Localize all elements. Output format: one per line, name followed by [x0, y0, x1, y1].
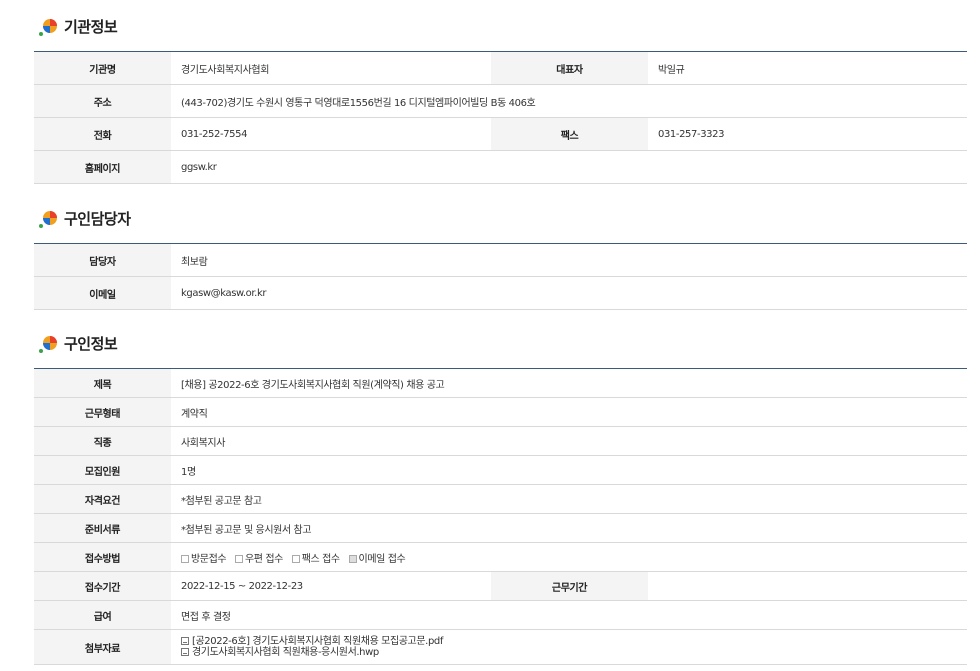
- table-row: 첨부자료 [공2022-6호] 경기도사회복지사협회 직원채용 모집공고문.pd…: [34, 629, 967, 665]
- work-period-label: 근무기간: [491, 571, 648, 601]
- salary-value: 면접 후 결정: [171, 600, 967, 630]
- address-label: 주소: [34, 84, 171, 118]
- fax-label: 팩스: [491, 117, 648, 151]
- table-row: 자격요건 *첨부된 공고문 참고: [34, 484, 967, 514]
- contact-info-table: 담당자 최보람 이메일 kgasw@kasw.or.kr: [34, 243, 967, 310]
- checkbox-icon: [181, 554, 189, 563]
- address-value: (443-702)경기도 수원시 영통구 덕영대로1556번길 16 디지털엠파…: [171, 84, 967, 118]
- docs-value: *첨부된 공고문 및 응시원서 참고: [171, 513, 967, 543]
- ceo-value: 박일규: [648, 51, 967, 85]
- table-row: 급여 면접 후 결정: [34, 600, 967, 630]
- table-row: 직종 사회복지사: [34, 426, 967, 456]
- file-icon: [181, 648, 189, 656]
- section-title-job: 구인정보: [36, 331, 118, 355]
- work-period-value: [648, 571, 967, 601]
- salary-label: 급여: [34, 600, 171, 630]
- person-value: 최보람: [171, 243, 967, 277]
- org-name-label: 기관명: [34, 51, 171, 85]
- table-row: 모집인원 1명: [34, 455, 967, 485]
- period-value: 2022-12-15 ~ 2022-12-23: [171, 571, 491, 601]
- table-row: 접수방법 방문접수 우편 접수 팩스 접수 이메일 접수: [34, 542, 967, 572]
- section-heading: 구인정보: [64, 334, 118, 353]
- job-info-table: 제목 [채용] 공2022-6호 경기도사회복지사협회 직원(계약직) 채용 공…: [34, 368, 967, 665]
- section-title-org: 기관정보: [36, 14, 118, 38]
- email-label: 이메일: [34, 276, 171, 310]
- homepage-link[interactable]: ggsw.kr: [171, 150, 967, 184]
- count-value: 1명: [171, 455, 967, 485]
- type-label: 근무형태: [34, 397, 171, 427]
- period-label: 접수기간: [34, 571, 171, 601]
- section-heading: 기관정보: [64, 17, 118, 36]
- table-row: 담당자 최보람: [34, 243, 967, 277]
- attachment-link[interactable]: 경기도사회복지사협회 직원채용-응시원서.hwp: [181, 647, 967, 658]
- count-label: 모집인원: [34, 455, 171, 485]
- method-mail: 우편 접수: [234, 554, 283, 565]
- subject-value: [채용] 공2022-6호 경기도사회복지사협회 직원(계약직) 채용 공고: [171, 368, 967, 398]
- email-value[interactable]: kgasw@kasw.or.kr: [171, 276, 967, 310]
- table-row: 근무형태 계약직: [34, 397, 967, 427]
- method-fax: 팩스 접수: [291, 554, 340, 565]
- method-visit: 방문접수: [181, 554, 227, 565]
- category-label: 직종: [34, 426, 171, 456]
- checkbox-icon: [234, 554, 243, 563]
- file-icon: [181, 637, 189, 645]
- table-row: 전화 031-252-7554 팩스 031-257-3323: [34, 117, 967, 151]
- category-value: 사회복지사: [171, 426, 967, 456]
- checkbox-icon: [291, 554, 300, 563]
- table-row: 이메일 kgasw@kasw.or.kr: [34, 276, 967, 310]
- method-list: 방문접수 우편 접수 팩스 접수 이메일 접수: [171, 542, 967, 572]
- table-row: 접수기간 2022-12-15 ~ 2022-12-23 근무기간: [34, 571, 967, 601]
- phone-label: 전화: [34, 117, 171, 151]
- homepage-label: 홈페이지: [34, 150, 171, 184]
- table-row: 기관명 경기도사회복지사협회 대표자 박일규: [34, 51, 967, 85]
- person-label: 담당자: [34, 243, 171, 277]
- phone-value: 031-252-7554: [171, 117, 491, 151]
- qual-label: 자격요건: [34, 484, 171, 514]
- attach-label: 첨부자료: [34, 629, 171, 665]
- section-heading: 구인담당자: [64, 209, 131, 228]
- table-row: 제목 [채용] 공2022-6호 경기도사회복지사협회 직원(계약직) 채용 공…: [34, 368, 967, 398]
- org-info-table: 기관명 경기도사회복지사협회 대표자 박일규 주소 (443-702)경기도 수…: [34, 51, 967, 184]
- attachment-link[interactable]: [공2022-6호] 경기도사회복지사협회 직원채용 모집공고문.pdf: [181, 636, 967, 647]
- section-title-contact: 구인담당자: [36, 206, 131, 230]
- checkbox-checked-icon: [348, 554, 357, 563]
- attach-list: [공2022-6호] 경기도사회복지사협회 직원채용 모집공고문.pdf 경기도…: [171, 629, 967, 665]
- docs-label: 준비서류: [34, 513, 171, 543]
- section-bullet-icon: [36, 14, 62, 38]
- qual-value: *첨부된 공고문 참고: [171, 484, 967, 514]
- method-email: 이메일 접수: [348, 554, 406, 565]
- table-row: 홈페이지 ggsw.kr: [34, 150, 967, 184]
- fax-value: 031-257-3323: [648, 117, 967, 151]
- section-bullet-icon: [36, 331, 62, 355]
- table-row: 주소 (443-702)경기도 수원시 영통구 덕영대로1556번길 16 디지…: [34, 84, 967, 118]
- org-name-value: 경기도사회복지사협회: [171, 51, 491, 85]
- subject-label: 제목: [34, 368, 171, 398]
- method-label: 접수방법: [34, 542, 171, 572]
- ceo-label: 대표자: [491, 51, 648, 85]
- section-bullet-icon: [36, 206, 62, 230]
- table-row: 준비서류 *첨부된 공고문 및 응시원서 참고: [34, 513, 967, 543]
- type-value: 계약직: [171, 397, 967, 427]
